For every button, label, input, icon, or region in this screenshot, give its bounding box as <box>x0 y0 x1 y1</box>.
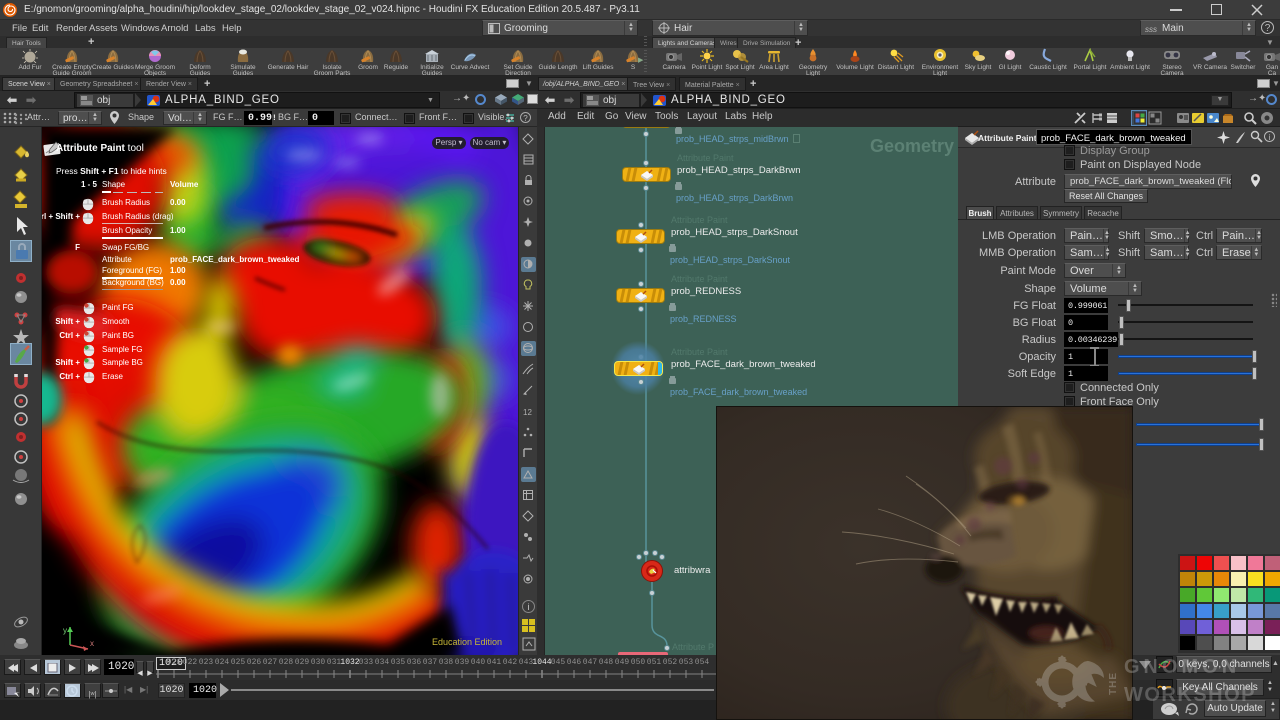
svg-text:x: x <box>90 639 94 648</box>
svg-text:12: 12 <box>523 408 532 417</box>
svg-text:sss: sss <box>1145 25 1157 34</box>
svg-text:GNOMON: GNOMON <box>1124 656 1240 678</box>
svg-text:WORKSHOP: WORKSHOP <box>1124 684 1256 706</box>
svg-text:y: y <box>63 626 67 635</box>
svg-text:THE: THE <box>1108 672 1119 695</box>
